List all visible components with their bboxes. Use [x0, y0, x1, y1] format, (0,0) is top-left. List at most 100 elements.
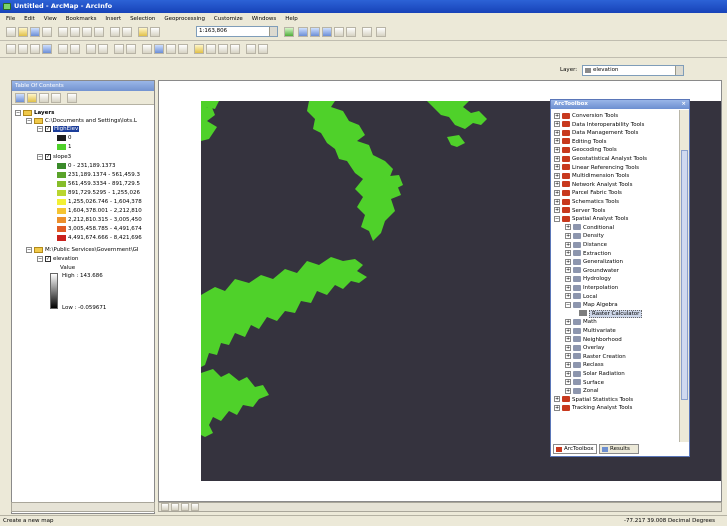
new-map-icon[interactable]	[6, 27, 16, 37]
expand-icon[interactable]: +	[554, 164, 560, 171]
expand-icon[interactable]: +	[565, 353, 571, 360]
collapse-icon[interactable]: −	[26, 117, 32, 124]
find-icon[interactable]	[194, 44, 204, 54]
python-window-icon[interactable]	[346, 27, 356, 37]
expand-icon[interactable]: +	[565, 318, 571, 325]
toolbar-options-icon[interactable]	[258, 44, 268, 54]
toolbox-item[interactable]: + Geocoding Tools	[554, 146, 617, 154]
toolset-item[interactable]: + Raster Creation	[565, 353, 626, 361]
expand-icon[interactable]: +	[565, 327, 571, 334]
whats-this-icon[interactable]	[376, 27, 386, 37]
identify-icon[interactable]	[154, 44, 164, 54]
expand-icon[interactable]: +	[554, 129, 560, 136]
copy-icon[interactable]	[70, 27, 80, 37]
chevron-down-icon[interactable]	[269, 27, 277, 36]
find-route-icon[interactable]	[206, 44, 216, 54]
toolset-item[interactable]: + Solar Radiation	[565, 370, 625, 378]
list-by-selection-icon[interactable]	[51, 93, 61, 103]
collapse-icon[interactable]: −	[37, 255, 43, 262]
toolbox-item[interactable]: + Spatial Statistics Tools	[554, 396, 633, 404]
expand-icon[interactable]: +	[554, 207, 560, 214]
zoom-out-icon[interactable]	[18, 44, 28, 54]
toolbox-item[interactable]: + Schematics Tools	[554, 198, 619, 206]
toolbox-item[interactable]: + Editing Tools	[554, 138, 606, 146]
measure-icon[interactable]	[178, 44, 188, 54]
pan-icon[interactable]	[30, 44, 40, 54]
toolset-item[interactable]: + Extraction	[565, 250, 611, 258]
model-builder-icon[interactable]	[362, 27, 372, 37]
collapse-icon[interactable]: −	[37, 125, 43, 132]
toolset-item[interactable]: + Overlay	[565, 344, 604, 352]
expand-icon[interactable]: +	[565, 258, 571, 265]
time-slider-icon[interactable]	[230, 44, 240, 54]
toolbox-item[interactable]: + Linear Referencing Tools	[554, 164, 639, 172]
expand-icon[interactable]: +	[554, 404, 560, 411]
go-to-xy-icon[interactable]	[218, 44, 228, 54]
tab-results[interactable]: Results	[599, 444, 639, 454]
expand-icon[interactable]: +	[554, 396, 560, 403]
toolset-item[interactable]: − Map Algebra	[565, 301, 618, 309]
toc-horizontal-scrollbar[interactable]	[11, 502, 155, 512]
elevation-visibility-checkbox[interactable]: ✓	[45, 255, 51, 262]
tab-arctoolbox[interactable]: ArcToolbox	[553, 444, 597, 454]
expand-icon[interactable]: +	[554, 112, 560, 119]
menu-bookmarks[interactable]: Bookmarks	[66, 16, 97, 22]
fixed-zoom-out-icon[interactable]	[70, 44, 80, 54]
toolset-item[interactable]: + Distance	[565, 241, 607, 249]
toolbox-item[interactable]: + Server Tools	[554, 207, 605, 215]
expand-icon[interactable]: +	[554, 172, 560, 179]
toolbox-vertical-scrollbar[interactable]	[679, 110, 689, 442]
toolbox-item[interactable]: + Parcel Fabric Tools	[554, 189, 622, 197]
full-extent-icon[interactable]	[42, 44, 52, 54]
expand-icon[interactable]: +	[554, 181, 560, 188]
add-data-icon[interactable]	[138, 27, 148, 37]
expand-icon[interactable]: +	[554, 146, 560, 153]
expand-icon[interactable]: +	[565, 284, 571, 291]
undo-icon[interactable]	[110, 27, 120, 37]
toolset-item[interactable]: + Generalization	[565, 258, 623, 266]
toolset-item[interactable]: + Surface	[565, 379, 604, 387]
tree-row-group1[interactable]: − C:\Documents and Settings\lots.L	[26, 117, 137, 125]
toolset-item[interactable]: + Hydrology	[565, 275, 611, 283]
tree-row-slope3[interactable]: − ✓ slope3	[37, 153, 71, 161]
menu-edit[interactable]: Edit	[24, 16, 35, 22]
refresh-icon[interactable]	[181, 503, 189, 511]
tree-row-layers[interactable]: − Layers	[15, 109, 54, 117]
forward-extent-icon[interactable]	[98, 44, 108, 54]
expand-icon[interactable]: +	[565, 387, 571, 394]
clear-selection-icon[interactable]	[126, 44, 136, 54]
data-view-icon[interactable]	[161, 503, 169, 511]
expand-icon[interactable]: +	[565, 275, 571, 282]
fixed-zoom-in-icon[interactable]	[58, 44, 68, 54]
toolset-item[interactable]: + Conditional	[565, 224, 614, 232]
highelev-visibility-checkbox[interactable]: ✓	[45, 125, 51, 132]
close-icon[interactable]: ×	[681, 100, 686, 109]
menu-customize[interactable]: Customize	[214, 16, 243, 22]
expand-icon[interactable]: +	[565, 336, 571, 343]
layout-view-icon[interactable]	[171, 503, 179, 511]
toolset-item[interactable]: + Interpolation	[565, 284, 618, 292]
back-extent-icon[interactable]	[86, 44, 96, 54]
expand-icon[interactable]: +	[554, 155, 560, 162]
menu-selection[interactable]: Selection	[130, 16, 155, 22]
menu-windows[interactable]: Windows	[252, 16, 277, 22]
layer-dropdown[interactable]: elevation	[582, 65, 684, 76]
list-by-drawing-order-icon[interactable]	[15, 93, 25, 103]
zoom-in-icon[interactable]	[6, 44, 16, 54]
toolbox-item[interactable]: + Tracking Analyst Tools	[554, 404, 632, 412]
expand-icon[interactable]: +	[565, 250, 571, 257]
editor-toolbar-icon[interactable]	[284, 27, 294, 37]
expand-icon[interactable]: +	[554, 138, 560, 145]
collapse-icon[interactable]: −	[15, 109, 21, 116]
html-popup-icon[interactable]	[166, 44, 176, 54]
expand-icon[interactable]: +	[565, 379, 571, 386]
menu-insert[interactable]: Insert	[105, 16, 121, 22]
menu-help[interactable]: Help	[285, 16, 298, 22]
map-scale-combo[interactable]: 1:163,806	[196, 26, 278, 37]
chevron-down-icon[interactable]	[675, 66, 683, 75]
collapse-icon[interactable]: −	[554, 215, 560, 222]
toolset-item[interactable]: + Multivariate	[565, 327, 616, 335]
slope3-visibility-checkbox[interactable]: ✓	[45, 153, 51, 160]
menu-file[interactable]: File	[6, 16, 15, 22]
add-data-dropdown-icon[interactable]	[150, 27, 160, 37]
